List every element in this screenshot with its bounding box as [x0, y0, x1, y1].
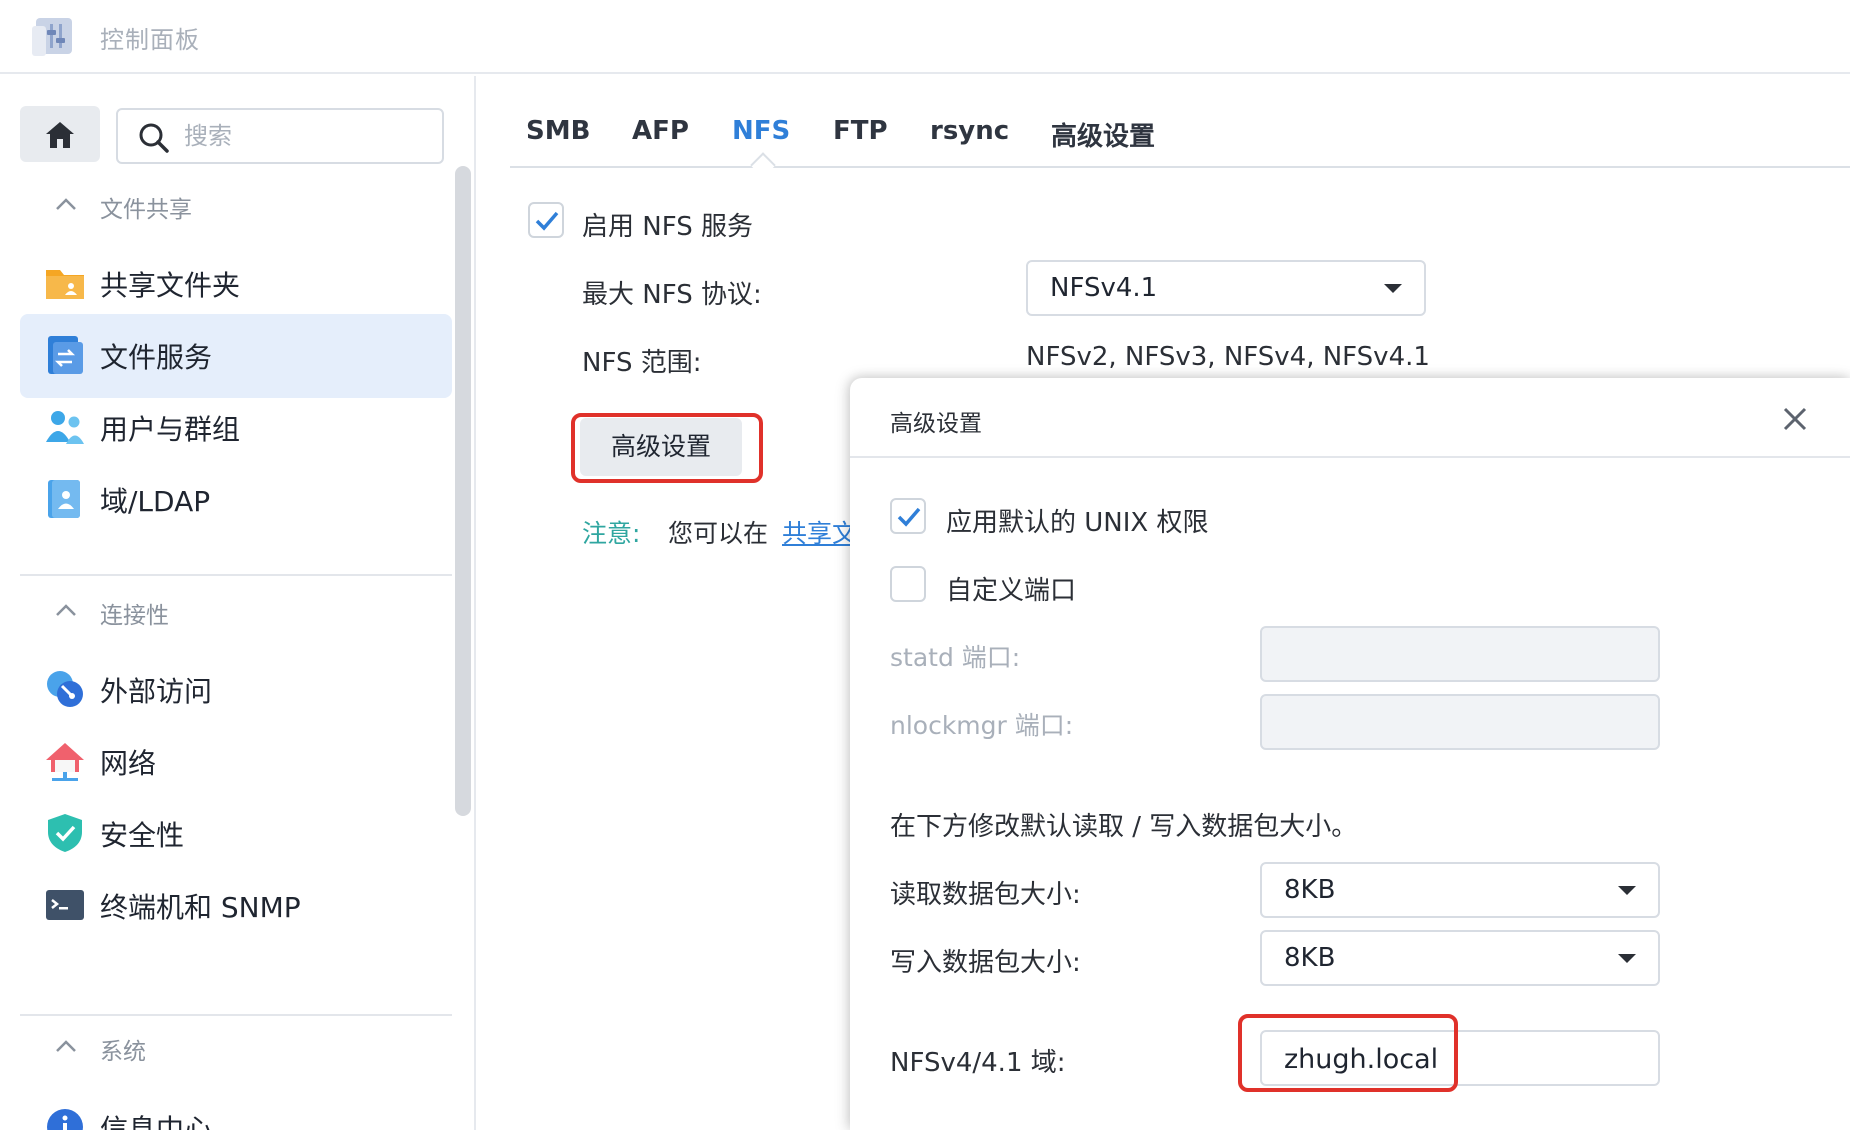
dialog-title: 高级设置: [890, 411, 982, 437]
home-button[interactable]: [20, 106, 100, 162]
note-label: 注意:: [582, 519, 641, 548]
tab-nfs[interactable]: NFS: [732, 116, 790, 146]
chevron-up-icon: [56, 198, 76, 210]
active-tab-indicator: [750, 152, 776, 178]
domain-icon: [48, 480, 80, 518]
sidebar-item-label: 终端机和 SNMP: [100, 891, 301, 924]
enable-nfs-checkbox[interactable]: [528, 202, 564, 238]
divider: [20, 1014, 452, 1016]
highlight-box: [571, 413, 763, 483]
info-icon: [47, 1109, 83, 1130]
tab-smb[interactable]: SMB: [526, 116, 590, 146]
advanced-settings-dialog: 高级设置 应用默认的 UNIX 权限 自定义端口 statd 端口: nlock…: [850, 378, 1850, 1130]
write-packet-select[interactable]: 8KB: [1260, 930, 1660, 986]
sidebar: 文件共享 共享文件夹 文件服务: [0, 76, 476, 1130]
enable-nfs-label: 启用 NFS 服务: [582, 212, 753, 242]
file-services-icon: [48, 336, 83, 374]
folder-icon: [46, 270, 84, 299]
max-protocol-label: 最大 NFS 协议:: [582, 280, 762, 310]
sidebar-item-label: 网络: [100, 747, 157, 780]
tab-afp[interactable]: AFP: [632, 116, 689, 146]
sidebar-item-info-center[interactable]: 信息中心: [20, 1086, 452, 1130]
window-title: 控制面板: [100, 26, 200, 54]
statd-port-input[interactable]: [1260, 626, 1660, 682]
group-label: 连接性: [100, 603, 169, 629]
dialog-header: 高级设置: [850, 378, 1850, 458]
sidebar-item-label: 用户与群组: [100, 413, 241, 446]
checkmark-icon: [897, 507, 921, 527]
shield-icon: [48, 814, 82, 852]
caret-down-icon: [1618, 954, 1636, 963]
sidebar-item-domain-ldap[interactable]: 域/LDAP: [20, 458, 452, 542]
search-icon: [139, 123, 169, 153]
group-label: 文件共享: [100, 197, 192, 223]
sidebar-item-label: 外部访问: [100, 675, 213, 708]
control-panel-window: 控制面板 文件共享: [0, 0, 1850, 1130]
sidebar-item-label: 安全性: [100, 819, 185, 852]
checkmark-icon: [535, 211, 559, 231]
terminal-icon: [46, 890, 84, 920]
users-icon: [46, 411, 84, 444]
nfs-range-label: NFS 范围:: [582, 348, 702, 378]
packet-size-description: 在下方修改默认读取 / 写入数据包大小。: [890, 812, 1358, 842]
title-bar: 控制面板: [0, 0, 1850, 74]
external-access-icon: [47, 671, 83, 707]
shared-folder-link[interactable]: 共享文: [782, 514, 857, 550]
custom-port-checkbox[interactable]: [890, 566, 926, 602]
tab-rsync[interactable]: rsync: [930, 116, 1009, 146]
sidebar-item-label: 信息中心: [100, 1113, 213, 1130]
write-packet-label: 写入数据包大小:: [890, 948, 1081, 978]
select-value: NFSv4.1: [1050, 273, 1158, 303]
caret-down-icon: [1618, 886, 1636, 895]
home-icon: [46, 122, 74, 148]
max-protocol-select[interactable]: NFSv4.1: [1026, 260, 1426, 316]
read-packet-select[interactable]: 8KB: [1260, 862, 1660, 918]
search-field[interactable]: [116, 108, 444, 164]
read-packet-label: 读取数据包大小:: [890, 880, 1081, 910]
caret-down-icon: [1384, 284, 1402, 293]
unix-permission-checkbox[interactable]: [890, 498, 926, 534]
search-input[interactable]: [184, 118, 424, 154]
sidebar-item-label: 域/LDAP: [100, 485, 211, 518]
tab-advanced[interactable]: 高级设置: [1051, 116, 1155, 153]
tab-underline: [510, 166, 1850, 168]
close-icon[interactable]: [1780, 404, 1810, 434]
network-icon: [46, 743, 84, 781]
nfsv4-domain-label: NFSv4/4.1 域:: [890, 1048, 1066, 1078]
group-label: 系统: [100, 1039, 146, 1065]
unix-permission-label: 应用默认的 UNIX 权限: [946, 508, 1209, 538]
tab-ftp[interactable]: FTP: [833, 116, 888, 146]
sidebar-item-label: 文件服务: [100, 341, 213, 374]
chevron-up-icon: [56, 1040, 76, 1052]
divider: [20, 574, 452, 576]
select-value: 8KB: [1284, 943, 1336, 973]
control-panel-icon: [32, 16, 78, 58]
nlockmgr-port-label: nlockmgr 端口:: [890, 711, 1074, 740]
custom-port-label: 自定义端口: [946, 576, 1077, 606]
highlight-box: [1238, 1014, 1458, 1092]
sidebar-item-label: 共享文件夹: [100, 269, 241, 302]
nfs-range-value: NFSv2, NFSv3, NFSv4, NFSv4.1: [1026, 342, 1430, 372]
note-text: 您可以在: [668, 519, 769, 548]
select-value: 8KB: [1284, 875, 1336, 905]
nlockmgr-port-input[interactable]: [1260, 694, 1660, 750]
chevron-up-icon: [56, 604, 76, 616]
statd-port-label: statd 端口:: [890, 643, 1021, 672]
sidebar-item-terminal-snmp[interactable]: 终端机和 SNMP: [20, 864, 452, 948]
sidebar-scrollbar[interactable]: [455, 166, 471, 816]
